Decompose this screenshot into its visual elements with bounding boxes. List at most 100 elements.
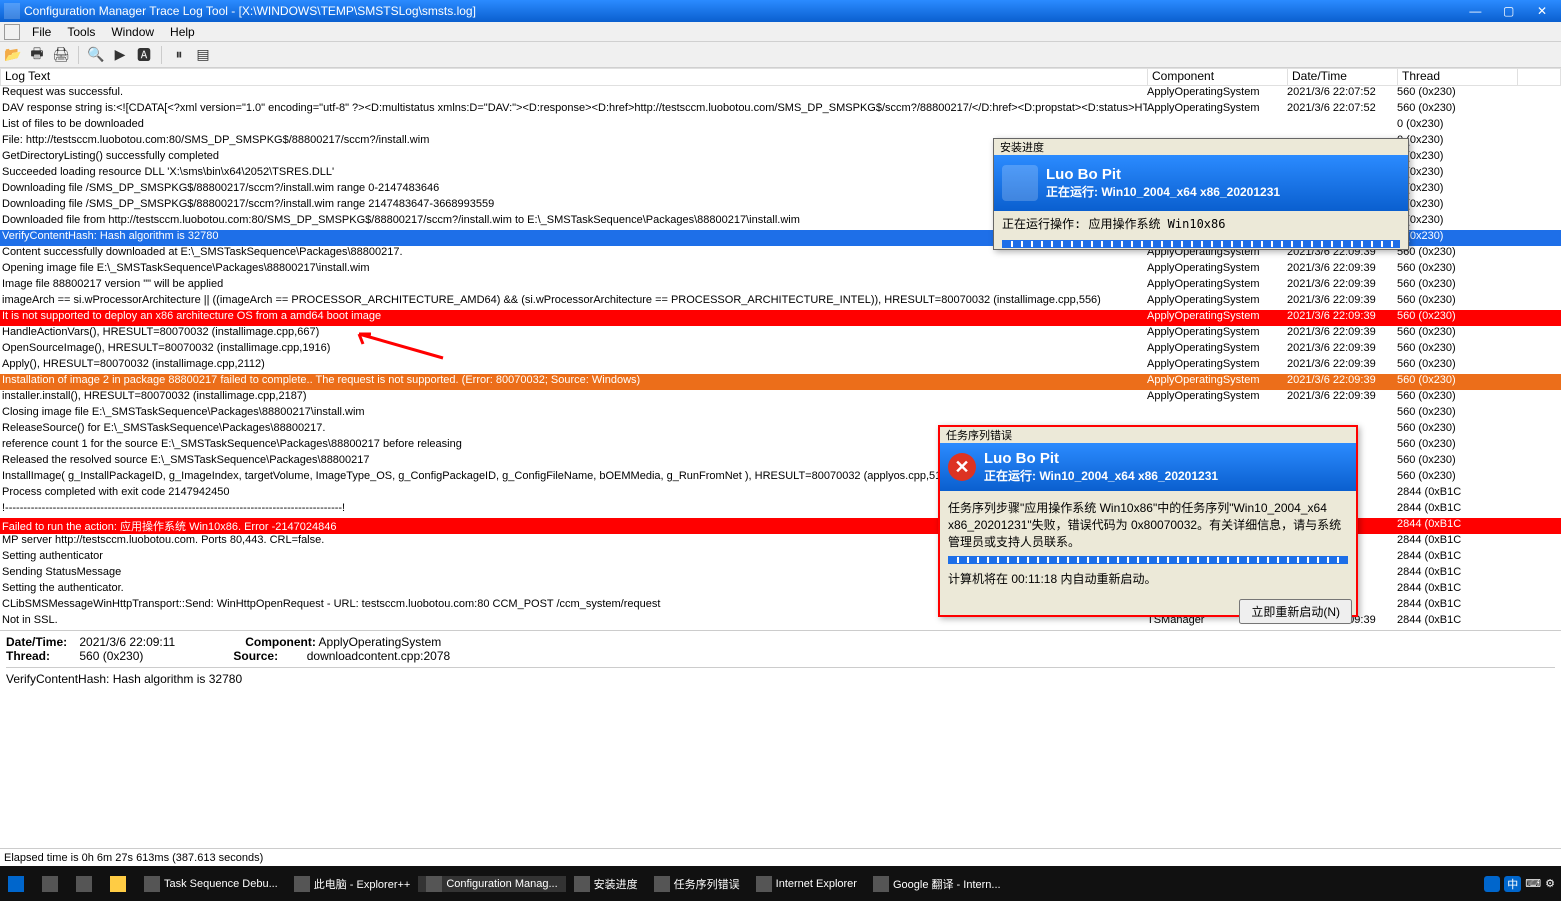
log-row[interactable]: OpenSourceImage(), HRESULT=80070032 (ins…: [0, 342, 1561, 358]
taskbar-item[interactable]: Google 翻译 - Intern...: [865, 876, 1009, 892]
log-row[interactable]: Installation of image 2 in package 88800…: [0, 374, 1561, 390]
error-body: 任务序列步骤"应用操作系统 Win10x86"中的任务序列"Win10_2004…: [948, 499, 1348, 550]
menu-bar: File Tools Window Help: [0, 22, 1561, 42]
cell-component: ApplyOperatingSystem: [1147, 342, 1287, 358]
cell-thread: 2844 (0xB1C: [1397, 566, 1517, 582]
taskbar-item-label: 安装进度: [594, 876, 638, 892]
print-all-button[interactable]: 🖨: [52, 46, 70, 64]
progress-subtitle: 正在运行: Win10_2004_x64 x86_20201231: [1046, 183, 1280, 200]
cell-thread: 560 (0x230): [1397, 86, 1517, 102]
find-button[interactable]: 🔍: [87, 46, 105, 64]
error-dialog[interactable]: 任务序列错误 ✕ Luo Bo Pit 正在运行: Win10_2004_x64…: [938, 425, 1358, 617]
system-tray: 中 ⌨ ⚙: [1478, 876, 1561, 892]
progress-dialog-title: 安装进度: [994, 139, 1408, 155]
print-button[interactable]: 🖶: [28, 46, 46, 64]
elapsed-time: Elapsed time is 0h 6m 27s 613ms (387.613…: [4, 852, 263, 864]
cell-component: ApplyOperatingSystem: [1147, 310, 1287, 326]
ime-indicator[interactable]: 中: [1504, 876, 1521, 892]
log-row[interactable]: Image file 88800217 version "" will be a…: [0, 278, 1561, 294]
taskbar-item[interactable]: 任务序列错误: [646, 876, 748, 892]
wrap-button[interactable]: ▤: [194, 46, 212, 64]
menu-file[interactable]: File: [24, 25, 59, 39]
cell-logtext: Installation of image 2 in package 88800…: [0, 374, 1147, 390]
settings-tray-icon[interactable]: ⚙: [1545, 877, 1555, 890]
cell-thread: 560 (0x230): [1397, 342, 1517, 358]
cell-component: [1147, 118, 1287, 134]
cell-datetime: 2021/3/6 22:09:39: [1287, 326, 1397, 342]
log-row[interactable]: DAV response string is:<![CDATA[<?xml ve…: [0, 102, 1561, 118]
log-row[interactable]: Opening image file E:\_SMSTaskSequence\P…: [0, 262, 1561, 278]
taskbar-item-icon: [144, 876, 160, 892]
tray-icon[interactable]: [1484, 876, 1500, 892]
taskbar-item[interactable]: 安装进度: [566, 876, 646, 892]
progress-dialog[interactable]: 安装进度 Luo Bo Pit 正在运行: Win10_2004_x64 x86…: [993, 138, 1409, 250]
error-countdown: 计算机将在 00:11:18 内自动重新启动。: [948, 570, 1348, 587]
taskbar-item-label: Internet Explorer: [776, 878, 857, 890]
cell-thread: 560 (0x230): [1397, 454, 1517, 470]
error-progress-bar: [948, 556, 1348, 564]
system-menu-icon[interactable]: [4, 24, 20, 40]
cell-thread: 2844 (0xB1C: [1397, 582, 1517, 598]
header-thread[interactable]: Thread: [1398, 69, 1518, 85]
log-row[interactable]: Request was successful.ApplyOperatingSys…: [0, 86, 1561, 102]
taskbar-item-icon: [574, 876, 590, 892]
menu-tools[interactable]: Tools: [59, 25, 103, 39]
cell-thread: 560 (0x230): [1397, 326, 1517, 342]
log-row[interactable]: HandleActionVars(), HRESULT=80070032 (in…: [0, 326, 1561, 342]
header-logtext[interactable]: Log Text: [1, 69, 1148, 85]
keyboard-icon[interactable]: ⌨: [1525, 877, 1541, 890]
cell-thread: 2844 (0xB1C: [1397, 534, 1517, 550]
cell-logtext: It is not supported to deploy an x86 arc…: [0, 310, 1147, 326]
taskbar-item[interactable]: Task Sequence Debu...: [136, 876, 286, 892]
taskbar-item[interactable]: Internet Explorer: [748, 876, 865, 892]
open-button[interactable]: 📂: [4, 46, 22, 64]
header-datetime[interactable]: Date/Time: [1288, 69, 1398, 85]
taskbar-item[interactable]: Configuration Manag...: [418, 876, 565, 892]
cell-thread: 2844 (0xB1C: [1397, 518, 1517, 534]
explorer-button[interactable]: [102, 866, 134, 901]
maximize-button[interactable]: ▢: [1494, 4, 1524, 18]
taskbar-item-icon: [756, 876, 772, 892]
cell-thread: 0 (0x230): [1397, 182, 1517, 198]
log-row[interactable]: It is not supported to deploy an x86 arc…: [0, 310, 1561, 326]
pause-button[interactable]: ⏸: [170, 46, 188, 64]
cell-component: [1147, 406, 1287, 422]
cell-component: ApplyOperatingSystem: [1147, 86, 1287, 102]
cell-thread: 2844 (0xB1C: [1397, 502, 1517, 518]
detail-src-value: downloadcontent.cpp:2078: [307, 649, 450, 663]
taskbar-item-label: Google 翻译 - Intern...: [893, 876, 1001, 892]
cell-thread: 560 (0x230): [1397, 102, 1517, 118]
taskbar-item-icon: [294, 876, 310, 892]
progress-text: 正在运行操作: 应用操作系统 Win10x86: [994, 211, 1408, 236]
log-row[interactable]: Apply(), HRESULT=80070032 (installimage.…: [0, 358, 1561, 374]
log-row[interactable]: imageArch == si.wProcessorArchitecture |…: [0, 294, 1561, 310]
cell-datetime: 2021/3/6 22:09:39: [1287, 342, 1397, 358]
cell-thread: 2844 (0xB1C: [1397, 486, 1517, 502]
minimize-button[interactable]: —: [1460, 4, 1490, 18]
menu-window[interactable]: Window: [103, 25, 162, 39]
taskbar-item[interactable]: 此电脑 - Explorer++: [286, 876, 419, 892]
cell-thread: 560 (0x230): [1397, 278, 1517, 294]
log-row[interactable]: Closing image file E:\_SMSTaskSequence\P…: [0, 406, 1561, 422]
task-view-button[interactable]: [68, 866, 100, 901]
taskbar-item-icon: [426, 876, 442, 892]
cell-thread: 2844 (0xB1C: [1397, 598, 1517, 614]
restart-now-button[interactable]: 立即重新启动(N): [1239, 599, 1352, 624]
cell-thread: 2844 (0xB1C: [1397, 614, 1517, 630]
error-icon: ✕: [948, 453, 976, 481]
cell-datetime: 2021/3/6 22:09:39: [1287, 390, 1397, 406]
start-button[interactable]: [0, 866, 32, 901]
highlight-button[interactable]: 🅰: [135, 46, 153, 64]
close-button[interactable]: ✕: [1527, 4, 1557, 18]
search-button[interactable]: [34, 866, 66, 901]
log-row[interactable]: List of files to be downloaded0 (0x230): [0, 118, 1561, 134]
cell-logtext: GetDirectoryListing() successfully compl…: [0, 150, 1147, 166]
cell-thread: 560 (0x230): [1397, 246, 1517, 262]
cell-thread: 560 (0x230): [1397, 374, 1517, 390]
menu-help[interactable]: Help: [162, 25, 203, 39]
cell-thread: 0 (0x230): [1397, 134, 1517, 150]
log-row[interactable]: installer.install(), HRESULT=80070032 (i…: [0, 390, 1561, 406]
find-next-button[interactable]: ▶: [111, 46, 129, 64]
detail-th-label: Thread:: [6, 649, 76, 663]
header-component[interactable]: Component: [1148, 69, 1288, 85]
